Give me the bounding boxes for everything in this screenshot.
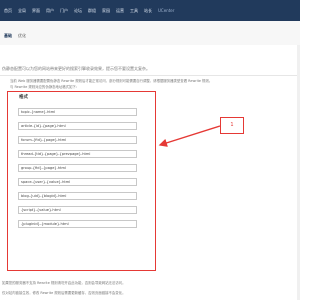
callout-marker: 1: [220, 117, 244, 134]
footer-note-2: 仅对站内链接生效，修改 Rewrite 规则后需要更新缓存，否则页面链接不会变化…: [2, 291, 126, 295]
footer-note-1: 如果您的服务器不支持 Rewrite 规则请勿开启此功能，否则会导致网站无法访问…: [2, 281, 126, 285]
scrollbar[interactable]: [297, 45, 300, 300]
callout-arrow-icon: [158, 125, 221, 147]
